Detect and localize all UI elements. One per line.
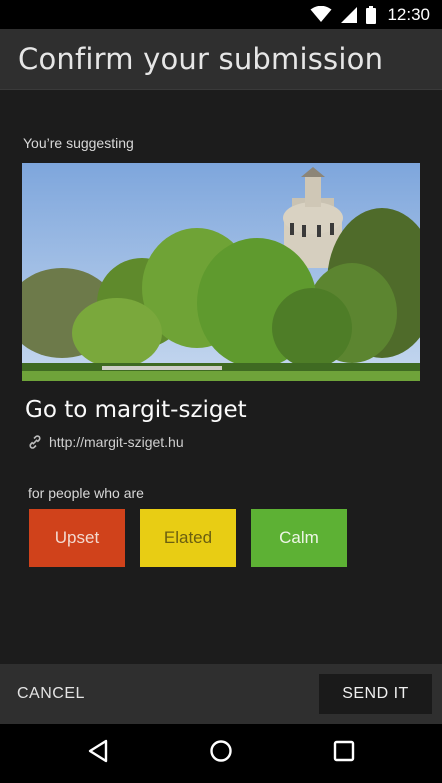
home-button[interactable]: [191, 724, 251, 783]
link-url[interactable]: http://margit-sziget.hu: [49, 434, 184, 450]
mood-label: Elated: [163, 528, 213, 547]
place-photo: [22, 163, 420, 381]
status-bar: 12:30: [0, 0, 442, 29]
mood-label: Calm: [279, 528, 319, 547]
suggestion-title: Go to margit-sziget: [25, 397, 247, 423]
people-label: for people who are: [28, 485, 144, 501]
mood-upset-button[interactable]: Upset: [29, 509, 125, 567]
link-icon: [28, 435, 42, 449]
suggesting-label: You’re suggesting: [23, 135, 134, 151]
status-time: 12:30: [387, 4, 430, 24]
recents-button[interactable]: [314, 724, 374, 783]
send-button[interactable]: SEND IT: [319, 674, 432, 714]
link-row[interactable]: http://margit-sziget.hu: [28, 434, 184, 450]
signal-icon: [341, 6, 358, 23]
mood-options: Upset Elated Calm: [29, 509, 347, 567]
home-icon: [209, 739, 233, 768]
mood-label: Upset: [54, 528, 100, 547]
back-icon: [87, 739, 109, 768]
action-bar: CANCEL SEND IT: [0, 664, 442, 724]
cancel-button[interactable]: CANCEL: [17, 664, 85, 724]
battery-icon: [366, 5, 377, 24]
app-bar: Confirm your submission: [0, 29, 442, 90]
wifi-icon: [310, 6, 332, 23]
mood-calm-button[interactable]: Calm: [251, 509, 347, 567]
submission-content: You’re suggesting Go to margit-sziget ht…: [0, 90, 442, 664]
page-title: Confirm your submission: [18, 42, 384, 76]
mood-elated-button[interactable]: Elated: [140, 509, 236, 567]
back-button[interactable]: [68, 724, 128, 783]
recents-icon: [333, 740, 355, 767]
navigation-bar: [0, 724, 442, 783]
